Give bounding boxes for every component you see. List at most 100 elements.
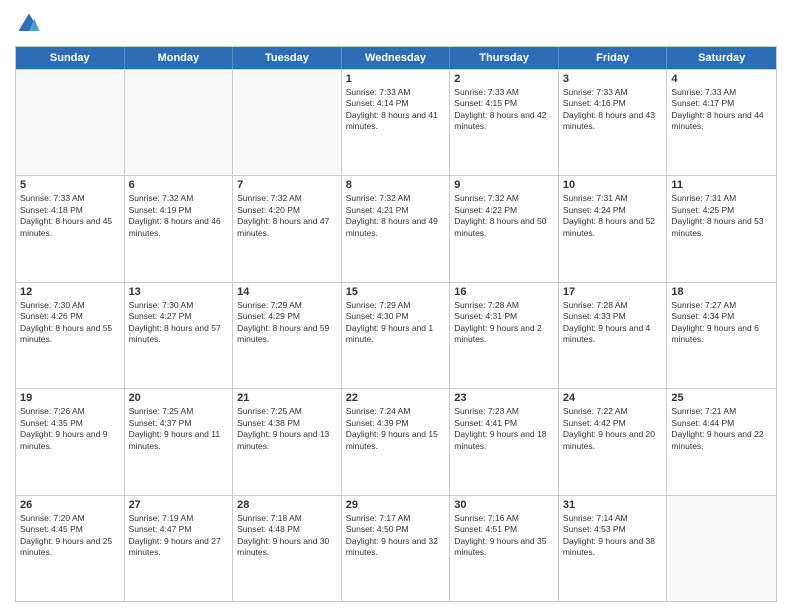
day-number: 13 <box>129 286 229 298</box>
day-info: Sunrise: 7:30 AM Sunset: 4:26 PM Dayligh… <box>20 300 120 346</box>
calendar-cell: 2Sunrise: 7:33 AM Sunset: 4:15 PM Daylig… <box>450 70 559 175</box>
day-info: Sunrise: 7:25 AM Sunset: 4:38 PM Dayligh… <box>237 406 337 452</box>
day-number: 10 <box>563 179 663 191</box>
day-number: 24 <box>563 392 663 404</box>
calendar-cell <box>125 70 234 175</box>
calendar-row: 12 Sunrise: 7:30 AM Sunset: 4:26 PM Dayli… <box>16 282 776 388</box>
day-info: Sunrise: 7:16 AM Sunset: 4:51 PM Dayligh… <box>454 513 554 559</box>
day-number: 28 <box>237 499 337 511</box>
calendar-row: 26Sunrise: 7:20 AM Sunset: 4:45 PM Dayli… <box>16 495 776 601</box>
day-info: Sunrise: 7:26 AM Sunset: 4:35 PM Dayligh… <box>20 406 120 452</box>
day-number: 4 <box>671 73 772 85</box>
day-number: 18 <box>671 286 772 298</box>
day-number: 17 <box>563 286 663 298</box>
calendar-header: SundayMondayTuesdayWednesdayThursdayFrid… <box>16 47 776 69</box>
calendar-cell: 20 Sunrise: 7:25 AM Sunset: 4:37 PM Dayli… <box>125 389 234 494</box>
day-info: Sunrise: 7:32 AM Sunset: 4:22 PM Dayligh… <box>454 193 554 239</box>
day-info: Sunrise: 7:30 AM Sunset: 4:27 PM Dayligh… <box>129 300 229 346</box>
calendar-cell: 1 Sunrise: 7:33 AM Sunset: 4:14 PM Daylig… <box>342 70 451 175</box>
calendar-cell: 30 Sunrise: 7:16 AM Sunset: 4:51 PM Dayli… <box>450 496 559 601</box>
calendar-cell: 4 Sunrise: 7:33 AM Sunset: 4:17 PM Daylig… <box>667 70 776 175</box>
weekday-header: Wednesday <box>342 47 451 69</box>
calendar-cell: 5 Sunrise: 7:33 AM Sunset: 4:18 PM Daylig… <box>16 176 125 281</box>
day-number: 5 <box>20 179 120 191</box>
day-number: 23 <box>454 392 554 404</box>
day-number: 20 <box>129 392 229 404</box>
calendar-cell: 23 Sunrise: 7:23 AM Sunset: 4:41 PM Dayli… <box>450 389 559 494</box>
weekday-header: Thursday <box>450 47 559 69</box>
calendar-cell: 17Sunrise: 7:28 AM Sunset: 4:33 PM Dayli… <box>559 283 668 388</box>
day-info: Sunrise: 7:33 AM Sunset: 4:17 PM Dayligh… <box>671 87 772 133</box>
calendar-cell: 26Sunrise: 7:20 AM Sunset: 4:45 PM Dayli… <box>16 496 125 601</box>
day-info: Sunrise: 7:32 AM Sunset: 4:20 PM Dayligh… <box>237 193 337 239</box>
day-number: 2 <box>454 73 554 85</box>
day-number: 3 <box>563 73 663 85</box>
day-info: Sunrise: 7:28 AM Sunset: 4:31 PM Dayligh… <box>454 300 554 346</box>
day-number: 27 <box>129 499 229 511</box>
day-info: Sunrise: 7:29 AM Sunset: 4:29 PM Dayligh… <box>237 300 337 346</box>
calendar-cell: 7 Sunrise: 7:32 AM Sunset: 4:20 PM Daylig… <box>233 176 342 281</box>
weekday-header: Sunday <box>16 47 125 69</box>
day-info: Sunrise: 7:18 AM Sunset: 4:48 PM Dayligh… <box>237 513 337 559</box>
day-info: Sunrise: 7:33 AM Sunset: 4:14 PM Dayligh… <box>346 87 446 133</box>
day-number: 16 <box>454 286 554 298</box>
day-number: 21 <box>237 392 337 404</box>
calendar-body: 1 Sunrise: 7:33 AM Sunset: 4:14 PM Daylig… <box>16 69 776 601</box>
day-info: Sunrise: 7:21 AM Sunset: 4:44 PM Dayligh… <box>671 406 772 452</box>
calendar-cell: 31 Sunrise: 7:14 AM Sunset: 4:53 PM Dayli… <box>559 496 668 601</box>
day-info: Sunrise: 7:23 AM Sunset: 4:41 PM Dayligh… <box>454 406 554 452</box>
day-info: Sunrise: 7:22 AM Sunset: 4:42 PM Dayligh… <box>563 406 663 452</box>
day-number: 8 <box>346 179 446 191</box>
calendar-row: 5 Sunrise: 7:33 AM Sunset: 4:18 PM Daylig… <box>16 175 776 281</box>
calendar-cell: 8 Sunrise: 7:32 AM Sunset: 4:21 PM Daylig… <box>342 176 451 281</box>
weekday-header: Friday <box>559 47 668 69</box>
calendar-cell: 11Sunrise: 7:31 AM Sunset: 4:25 PM Dayli… <box>667 176 776 281</box>
day-info: Sunrise: 7:27 AM Sunset: 4:34 PM Dayligh… <box>671 300 772 346</box>
calendar-cell: 16 Sunrise: 7:28 AM Sunset: 4:31 PM Dayli… <box>450 283 559 388</box>
day-number: 15 <box>346 286 446 298</box>
day-info: Sunrise: 7:33 AM Sunset: 4:18 PM Dayligh… <box>20 193 120 239</box>
calendar-cell <box>667 496 776 601</box>
calendar-cell: 3 Sunrise: 7:33 AM Sunset: 4:16 PM Daylig… <box>559 70 668 175</box>
day-number: 26 <box>20 499 120 511</box>
page-container: SundayMondayTuesdayWednesdayThursdayFrid… <box>0 0 792 612</box>
calendar-cell: 21 Sunrise: 7:25 AM Sunset: 4:38 PM Dayli… <box>233 389 342 494</box>
weekday-header: Tuesday <box>233 47 342 69</box>
day-number: 12 <box>20 286 120 298</box>
day-info: Sunrise: 7:25 AM Sunset: 4:37 PM Dayligh… <box>129 406 229 452</box>
calendar-cell <box>233 70 342 175</box>
page-header <box>15 10 777 38</box>
calendar-cell <box>16 70 125 175</box>
day-number: 31 <box>563 499 663 511</box>
day-info: Sunrise: 7:14 AM Sunset: 4:53 PM Dayligh… <box>563 513 663 559</box>
day-number: 7 <box>237 179 337 191</box>
weekday-header: Monday <box>125 47 234 69</box>
day-info: Sunrise: 7:32 AM Sunset: 4:19 PM Dayligh… <box>129 193 229 239</box>
calendar: SundayMondayTuesdayWednesdayThursdayFrid… <box>15 46 777 602</box>
calendar-cell: 10 Sunrise: 7:31 AM Sunset: 4:24 PM Dayli… <box>559 176 668 281</box>
day-info: Sunrise: 7:19 AM Sunset: 4:47 PM Dayligh… <box>129 513 229 559</box>
day-number: 22 <box>346 392 446 404</box>
day-info: Sunrise: 7:17 AM Sunset: 4:50 PM Dayligh… <box>346 513 446 559</box>
calendar-cell: 27 Sunrise: 7:19 AM Sunset: 4:47 PM Dayli… <box>125 496 234 601</box>
day-info: Sunrise: 7:29 AM Sunset: 4:30 PM Dayligh… <box>346 300 446 346</box>
calendar-cell: 19 Sunrise: 7:26 AM Sunset: 4:35 PM Dayli… <box>16 389 125 494</box>
calendar-cell: 6Sunrise: 7:32 AM Sunset: 4:19 PM Daylig… <box>125 176 234 281</box>
calendar-cell: 9Sunrise: 7:32 AM Sunset: 4:22 PM Daylig… <box>450 176 559 281</box>
calendar-cell: 29Sunrise: 7:17 AM Sunset: 4:50 PM Dayli… <box>342 496 451 601</box>
weekday-header: Saturday <box>667 47 776 69</box>
calendar-cell: 25Sunrise: 7:21 AM Sunset: 4:44 PM Dayli… <box>667 389 776 494</box>
day-info: Sunrise: 7:32 AM Sunset: 4:21 PM Dayligh… <box>346 193 446 239</box>
day-number: 14 <box>237 286 337 298</box>
calendar-row: 1 Sunrise: 7:33 AM Sunset: 4:14 PM Daylig… <box>16 69 776 175</box>
day-number: 1 <box>346 73 446 85</box>
day-info: Sunrise: 7:33 AM Sunset: 4:16 PM Dayligh… <box>563 87 663 133</box>
day-number: 30 <box>454 499 554 511</box>
calendar-cell: 22 Sunrise: 7:24 AM Sunset: 4:39 PM Dayli… <box>342 389 451 494</box>
day-number: 19 <box>20 392 120 404</box>
calendar-cell: 15 Sunrise: 7:29 AM Sunset: 4:30 PM Dayli… <box>342 283 451 388</box>
day-info: Sunrise: 7:24 AM Sunset: 4:39 PM Dayligh… <box>346 406 446 452</box>
day-info: Sunrise: 7:31 AM Sunset: 4:24 PM Dayligh… <box>563 193 663 239</box>
day-number: 11 <box>671 179 772 191</box>
calendar-cell: 18 Sunrise: 7:27 AM Sunset: 4:34 PM Dayli… <box>667 283 776 388</box>
